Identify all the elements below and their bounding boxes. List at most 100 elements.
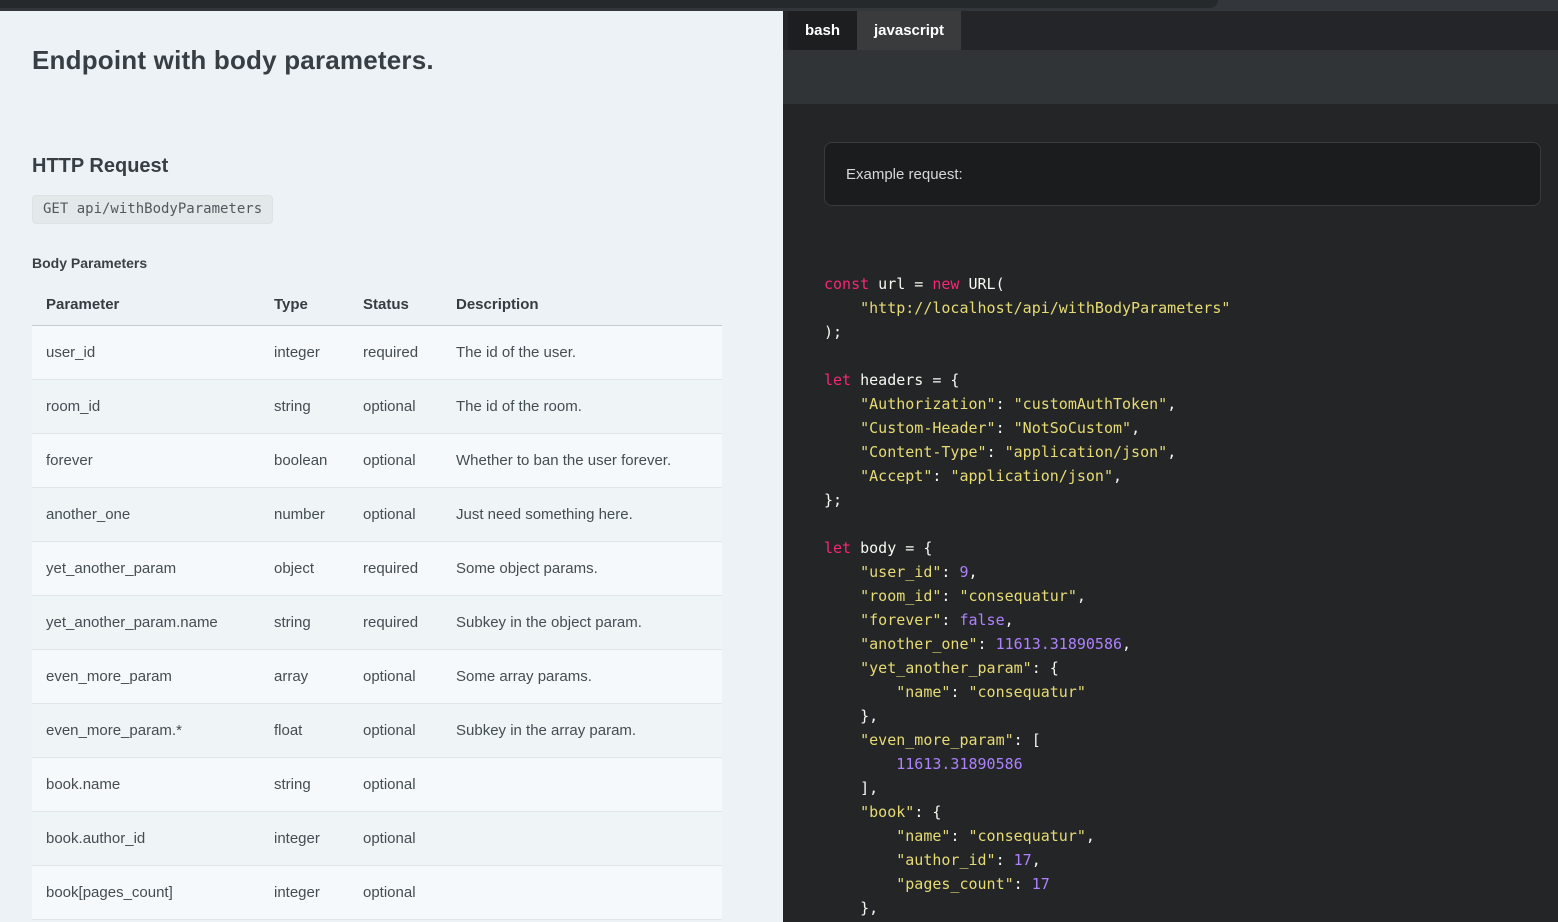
code-area: Example request: const url = new URL( "h… (783, 104, 1558, 922)
example-request-label: Example request: (846, 166, 963, 183)
description-cell (442, 812, 722, 866)
code-line: "Content-Type": "application/json", (824, 440, 1541, 464)
description-cell: Some object params. (442, 542, 722, 596)
column-header-description: Description (442, 283, 722, 326)
body-parameters-table: ParameterTypeStatusDescription user_idin… (32, 283, 722, 920)
type-cell: float (260, 704, 349, 758)
code-line: "name": "consequatur", (824, 824, 1541, 848)
description-cell: Subkey in the object param. (442, 596, 722, 650)
description-cell (442, 866, 722, 920)
table-row: book.namestringoptional (32, 758, 722, 812)
code-line: "even_more_param": [ (824, 728, 1541, 752)
table-row: another_onenumberoptionalJust need somet… (32, 488, 722, 542)
example-request-code: const url = new URL( "http://localhost/a… (824, 272, 1541, 920)
parameter-cell: book.author_id (32, 812, 260, 866)
tab-bash[interactable]: bash (788, 11, 857, 50)
code-line: "another_one": 11613.31890586, (824, 632, 1541, 656)
tabbar-lower-band (783, 50, 1558, 104)
code-line: "room_id": "consequatur", (824, 584, 1541, 608)
code-line: "Authorization": "customAuthToken", (824, 392, 1541, 416)
column-header-parameter: Parameter (32, 283, 260, 326)
parameter-cell: yet_another_param.name (32, 596, 260, 650)
status-cell: optional (349, 650, 442, 704)
code-line: ], (824, 776, 1541, 800)
code-line: }, (824, 896, 1541, 920)
status-cell: optional (349, 866, 442, 920)
description-cell (442, 758, 722, 812)
table-header-row: ParameterTypeStatusDescription (32, 283, 722, 326)
table-row: book.author_idintegeroptional (32, 812, 722, 866)
code-line: "author_id": 17, (824, 848, 1541, 872)
main-row: Endpoint with body parameters. HTTP Requ… (0, 11, 1558, 922)
status-cell: required (349, 596, 442, 650)
status-cell: optional (349, 488, 442, 542)
tab-javascript[interactable]: javascript (857, 11, 961, 50)
parameter-cell: book.name (32, 758, 260, 812)
type-cell: array (260, 650, 349, 704)
table-row: user_idintegerrequiredThe id of the user… (32, 326, 722, 380)
table-row: even_more_param.*floatoptionalSubkey in … (32, 704, 722, 758)
code-line: "Custom-Header": "NotSoCustom", (824, 416, 1541, 440)
language-tabbar: bashjavascript (783, 11, 1558, 50)
code-line: "http://localhost/api/withBodyParameters… (824, 296, 1541, 320)
api-docs-page: Endpoint with body parameters. HTTP Requ… (0, 0, 1558, 922)
status-cell: optional (349, 758, 442, 812)
type-cell: string (260, 380, 349, 434)
table-body: user_idintegerrequiredThe id of the user… (32, 326, 722, 920)
table-row: foreverbooleanoptionalWhether to ban the… (32, 434, 722, 488)
type-cell: string (260, 596, 349, 650)
code-line (824, 344, 1541, 368)
status-cell: optional (349, 380, 442, 434)
code-line: "forever": false, (824, 608, 1541, 632)
code-line: "Accept": "application/json", (824, 464, 1541, 488)
table-row: room_idstringoptionalThe id of the room. (32, 380, 722, 434)
code-line: "yet_another_param": { (824, 656, 1541, 680)
description-cell: The id of the room. (442, 380, 722, 434)
type-cell: integer (260, 812, 349, 866)
code-panel: bashjavascript Example request: const ur… (783, 11, 1558, 922)
type-cell: boolean (260, 434, 349, 488)
parameter-cell: even_more_param (32, 650, 260, 704)
type-cell: integer (260, 326, 349, 380)
column-header-type: Type (260, 283, 349, 326)
status-cell: optional (349, 704, 442, 758)
status-cell: required (349, 542, 442, 596)
column-header-status: Status (349, 283, 442, 326)
code-line: ); (824, 320, 1541, 344)
status-cell: required (349, 326, 442, 380)
table-row: even_more_paramarrayoptionalSome array p… (32, 650, 722, 704)
content-panel: Endpoint with body parameters. HTTP Requ… (0, 11, 783, 922)
top-bar-segment (0, 0, 1218, 8)
description-cell: The id of the user. (442, 326, 722, 380)
code-line: "user_id": 9, (824, 560, 1541, 584)
description-cell: Subkey in the array param. (442, 704, 722, 758)
parameter-cell: user_id (32, 326, 260, 380)
code-line: "book": { (824, 800, 1541, 824)
type-cell: integer (260, 866, 349, 920)
status-cell: optional (349, 812, 442, 866)
example-request-box: Example request: (824, 142, 1541, 206)
parameter-cell: book[pages_count] (32, 866, 260, 920)
parameter-cell: room_id (32, 380, 260, 434)
code-line: 11613.31890586 (824, 752, 1541, 776)
top-bar (0, 0, 1558, 11)
code-line: const url = new URL( (824, 272, 1541, 296)
table-row: yet_another_param.namestringrequiredSubk… (32, 596, 722, 650)
type-cell: string (260, 758, 349, 812)
code-line: }, (824, 704, 1541, 728)
body-parameters-heading: Body Parameters (32, 255, 753, 271)
parameter-cell: another_one (32, 488, 260, 542)
code-line (824, 512, 1541, 536)
parameter-cell: even_more_param.* (32, 704, 260, 758)
code-line: let headers = { (824, 368, 1541, 392)
description-cell: Some array params. (442, 650, 722, 704)
endpoint-method-badge: GET api/withBodyParameters (32, 195, 273, 224)
table-row: yet_another_paramobjectrequiredSome obje… (32, 542, 722, 596)
type-cell: number (260, 488, 349, 542)
code-line: let body = { (824, 536, 1541, 560)
type-cell: object (260, 542, 349, 596)
parameter-cell: yet_another_param (32, 542, 260, 596)
page-title: Endpoint with body parameters. (32, 45, 753, 76)
code-line: }; (824, 488, 1541, 512)
description-cell: Just need something here. (442, 488, 722, 542)
